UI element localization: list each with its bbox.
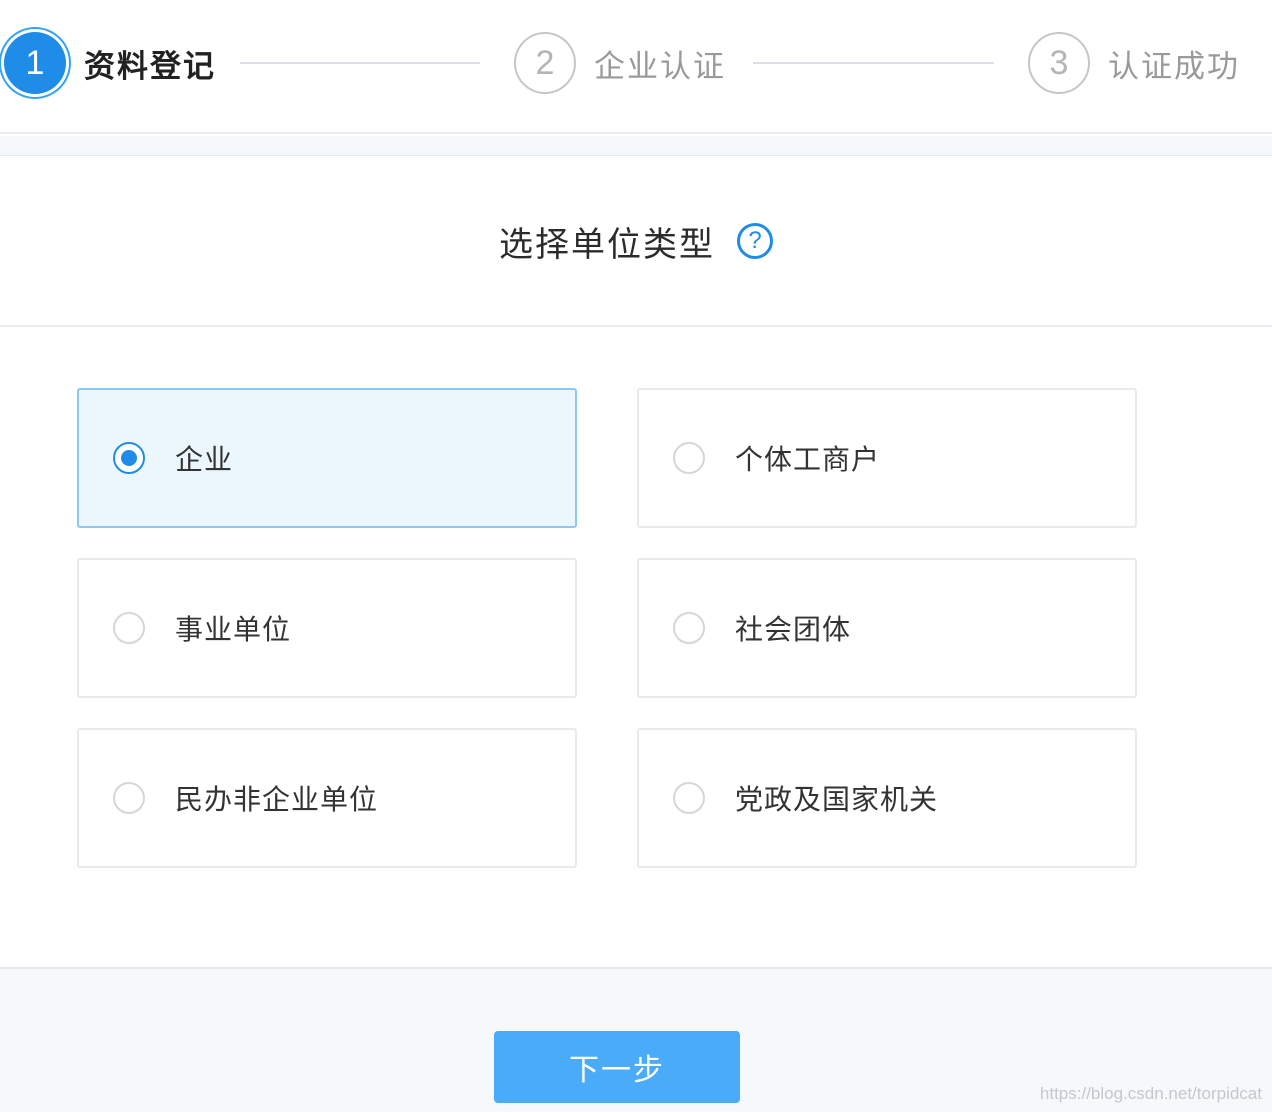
radio-private-non-enterprise[interactable] <box>113 782 145 814</box>
option-enterprise[interactable]: 企业 <box>77 388 577 528</box>
step-2: 2 企业认证 <box>514 0 726 126</box>
watermark: https://blog.csdn.net/torpidcat <box>1039 1084 1262 1103</box>
header-divider-band <box>0 136 1272 156</box>
step-1-number: 1 <box>4 32 66 94</box>
step-3-label: 认证成功 <box>1108 48 1240 85</box>
step-1-label: 资料登记 <box>84 48 216 85</box>
radio-public-institution[interactable] <box>113 612 145 644</box>
help-question-icon[interactable]: ? <box>737 223 773 259</box>
option-label: 事业单位 <box>175 613 292 646</box>
section-header: 选择单位类型 ? <box>0 157 1272 327</box>
option-social-organization[interactable]: 社会团体 <box>637 558 1137 698</box>
option-government-agency[interactable]: 党政及国家机关 <box>637 728 1137 868</box>
step-connector-1 <box>240 62 480 64</box>
step-connector-2 <box>753 62 994 64</box>
step-2-label: 企业认证 <box>594 48 726 85</box>
next-step-button[interactable]: 下一步 <box>494 1031 740 1103</box>
option-label: 企业 <box>175 443 234 476</box>
radio-enterprise[interactable] <box>113 442 145 474</box>
step-2-number: 2 <box>514 32 576 94</box>
unit-type-options: 企业 个体工商户 事业单位 社会团体 民办非企业单位 党政及国家机关 <box>0 329 1272 967</box>
option-label: 个体工商户 <box>735 443 881 476</box>
option-label: 社会团体 <box>735 613 852 646</box>
step-3: 3 认证成功 <box>1028 0 1240 126</box>
step-3-number: 3 <box>1028 32 1090 94</box>
registration-page: 1 资料登记 2 企业认证 3 认证成功 选择单位类型 ? 企业 个体工商户 事… <box>0 0 1272 1112</box>
option-public-institution[interactable]: 事业单位 <box>77 558 577 698</box>
radio-government-agency[interactable] <box>673 782 705 814</box>
footer-actions: 下一步 https://blog.csdn.net/torpidcat <box>0 967 1272 1112</box>
option-label: 党政及国家机关 <box>735 783 939 816</box>
radio-individual-business[interactable] <box>673 442 705 474</box>
radio-checked-dot <box>121 450 137 466</box>
option-individual-business[interactable]: 个体工商户 <box>637 388 1137 528</box>
step-1: 1 资料登记 <box>4 0 216 126</box>
step-progress-bar: 1 资料登记 2 企业认证 3 认证成功 <box>0 0 1272 134</box>
option-private-non-enterprise[interactable]: 民办非企业单位 <box>77 728 577 868</box>
radio-social-organization[interactable] <box>673 612 705 644</box>
section-title: 选择单位类型 <box>499 224 715 265</box>
option-label: 民办非企业单位 <box>175 783 379 816</box>
